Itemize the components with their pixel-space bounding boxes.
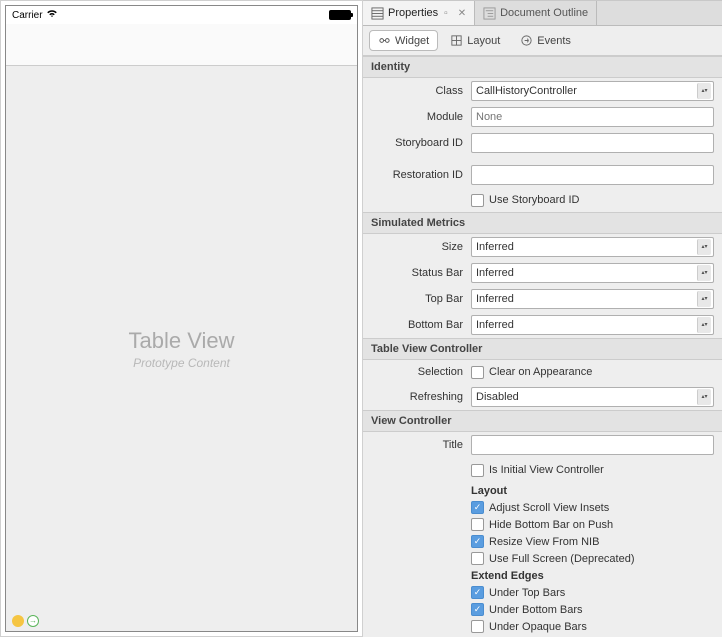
hide-bottom-bar-checkbox[interactable] — [471, 518, 484, 531]
table-view-title: Table View — [129, 328, 235, 354]
layout-icon — [450, 34, 463, 47]
status-bar: Carrier — [6, 6, 357, 24]
module-label: Module — [371, 111, 471, 123]
layout-subheading: Layout — [471, 482, 714, 499]
chevron-updown-icon: ▴▾ — [697, 239, 711, 255]
chevron-updown-icon: ▴▾ — [697, 291, 711, 307]
adjust-scroll-checkbox[interactable]: ✓ — [471, 501, 484, 514]
size-label: Size — [371, 241, 471, 253]
under-top-bars-checkbox[interactable]: ✓ — [471, 586, 484, 599]
module-input[interactable] — [471, 107, 714, 127]
inspector-subtabs: Widget Layout Events — [363, 26, 722, 56]
storyboard-id-input[interactable] — [471, 133, 714, 153]
pin-icon[interactable]: ▫ — [444, 8, 448, 19]
restoration-id-label: Restoration ID — [371, 169, 471, 181]
bottom-bar-label: Bottom Bar — [371, 319, 471, 331]
extend-edges-subheading: Extend Edges — [471, 567, 714, 584]
title-label: Title — [371, 439, 471, 451]
subtab-layout[interactable]: Layout — [442, 31, 508, 50]
clear-on-appearance-checkbox[interactable] — [471, 366, 484, 379]
storyboard-id-label: Storyboard ID — [371, 137, 471, 149]
subtab-widget[interactable]: Widget — [369, 30, 438, 51]
chevron-updown-icon: ▴▾ — [697, 389, 711, 405]
device-frame[interactable]: Carrier Table View Prototype Content → — [5, 5, 358, 632]
section-vc-header: View Controller — [363, 410, 722, 432]
class-combo[interactable]: CallHistoryController ▴▾ — [471, 81, 714, 101]
widget-icon — [378, 34, 391, 47]
section-simulated-metrics-header: Simulated Metrics — [363, 212, 722, 234]
title-input[interactable] — [471, 435, 714, 455]
carrier-label: Carrier — [12, 10, 43, 21]
properties-icon — [371, 7, 384, 20]
size-combo[interactable]: Inferred ▴▾ — [471, 237, 714, 257]
under-opaque-bars-checkbox[interactable] — [471, 620, 484, 633]
refreshing-label: Refreshing — [371, 391, 471, 403]
chevron-updown-icon: ▴▾ — [697, 317, 711, 333]
scene-indicators: → — [12, 615, 39, 627]
use-full-screen-checkbox[interactable] — [471, 552, 484, 565]
under-bottom-bars-checkbox[interactable]: ✓ — [471, 603, 484, 616]
subtab-events[interactable]: Events — [512, 31, 579, 50]
status-bar-combo[interactable]: Inferred ▴▾ — [471, 263, 714, 283]
panel-tabs: Properties ▫ ✕ Document Outline — [363, 1, 722, 26]
refreshing-combo[interactable]: Disabled ▴▾ — [471, 387, 714, 407]
table-view[interactable]: Table View Prototype Content — [6, 66, 357, 631]
class-label: Class — [371, 85, 471, 97]
bottom-bar-combo[interactable]: Inferred ▴▾ — [471, 315, 714, 335]
chevron-updown-icon: ▴▾ — [697, 265, 711, 281]
first-responder-icon[interactable] — [12, 615, 24, 627]
selection-label: Selection — [371, 366, 471, 378]
section-identity-header: Identity — [363, 56, 722, 78]
design-canvas: Carrier Table View Prototype Content → — [0, 0, 363, 637]
tab-document-outline[interactable]: Document Outline — [475, 1, 597, 25]
chevron-updown-icon: ▴▾ — [697, 83, 711, 99]
restoration-id-input[interactable] — [471, 165, 714, 185]
navigation-bar[interactable] — [6, 24, 357, 66]
status-bar-label: Status Bar — [371, 267, 471, 279]
events-icon — [520, 34, 533, 47]
close-icon[interactable]: ✕ — [458, 8, 466, 19]
top-bar-label: Top Bar — [371, 293, 471, 305]
top-bar-combo[interactable]: Inferred ▴▾ — [471, 289, 714, 309]
is-initial-checkbox[interactable] — [471, 464, 484, 477]
outline-icon — [483, 7, 496, 20]
section-tvc-header: Table View Controller — [363, 338, 722, 360]
exit-icon[interactable]: → — [27, 615, 39, 627]
wifi-icon — [46, 9, 58, 21]
battery-icon — [329, 10, 351, 20]
properties-panel: Properties ▫ ✕ Document Outline Widget L… — [363, 0, 722, 637]
table-view-subtitle: Prototype Content — [133, 356, 230, 370]
resize-from-nib-checkbox[interactable]: ✓ — [471, 535, 484, 548]
tab-properties[interactable]: Properties ▫ ✕ — [363, 1, 475, 25]
use-storyboard-id-checkbox[interactable] — [471, 194, 484, 207]
